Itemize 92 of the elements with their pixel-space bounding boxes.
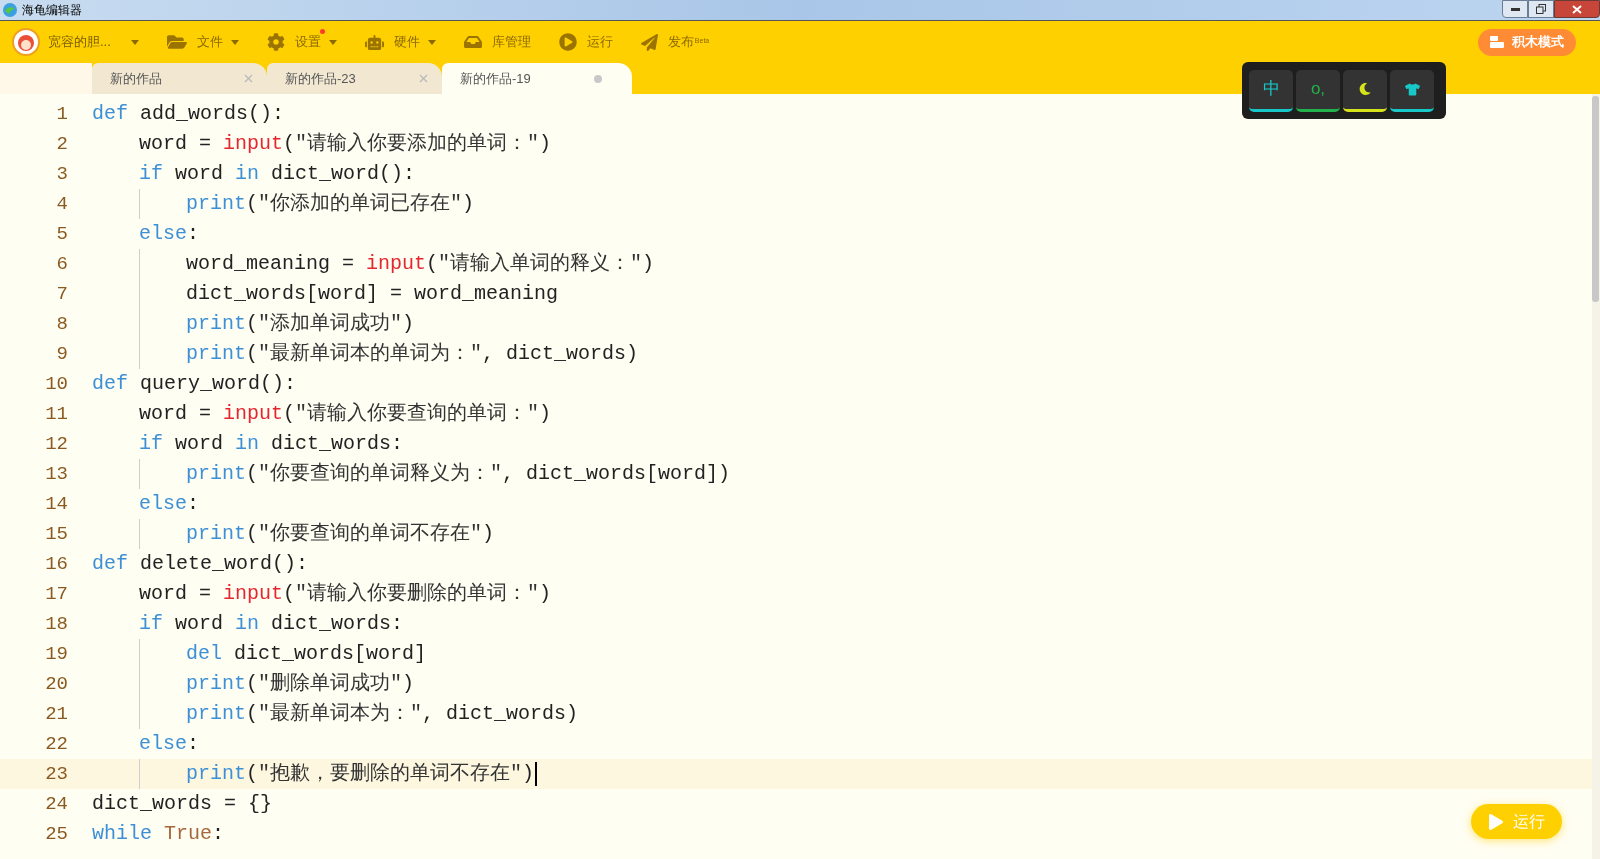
close-button[interactable] [1554, 0, 1600, 18]
toolbar-button[interactable]: 设置 [266, 32, 321, 52]
moon-icon [1359, 83, 1371, 95]
caret-icon [230, 39, 239, 45]
close-icon [419, 74, 428, 83]
editor-tab[interactable]: 新的作品-23 [267, 63, 442, 94]
caret-icon [427, 39, 436, 45]
toolbar-button[interactable]: 运行 [558, 32, 613, 52]
app-logo-icon [2, 2, 18, 18]
settings-icon [266, 33, 285, 51]
line-number: 11 [44, 401, 68, 427]
restore-button[interactable] [1528, 0, 1554, 18]
code-line: else: [139, 491, 200, 517]
toolbar-button[interactable]: 文件 [166, 32, 223, 52]
line-number: 10 [44, 371, 68, 397]
line-number: 12 [44, 431, 68, 457]
code-line: word_meaning = input("请输入单词的释义：") [186, 251, 655, 277]
code-line: word = input("请输入你要添加的单词：") [139, 131, 552, 157]
blocks-icon [1490, 36, 1504, 48]
paper-plane-icon [640, 33, 658, 51]
toolbar-key[interactable] [1343, 69, 1387, 112]
shirt-icon [1404, 81, 1420, 97]
code-line: dict_words = {} [92, 791, 273, 817]
code-line: word = input("请输入你要查询的单词：") [139, 401, 552, 427]
toolbar-button[interactable]: 硬件 [364, 32, 420, 52]
line-number: 7 [55, 281, 68, 307]
scrollbar-thumb[interactable] [1592, 96, 1599, 302]
play-icon [1488, 813, 1503, 830]
code-line: print("你要查询的单词不存在") [186, 521, 495, 547]
minimize-button[interactable] [1502, 0, 1528, 18]
line-number: 20 [44, 671, 68, 697]
play-icon [558, 33, 577, 51]
code-line: del dict_words[word] [186, 641, 427, 667]
line-number: 19 [44, 641, 68, 667]
code-line: def delete_word(): [92, 551, 309, 577]
code-line: print("你要查询的单词释义为：", dict_words[word]) [186, 461, 731, 487]
toolbar-key[interactable]: 中 [1249, 69, 1293, 112]
code-line: def add_words(): [92, 101, 285, 127]
line-number: 21 [44, 701, 68, 727]
code-line: while True: [92, 821, 225, 847]
toolbar-button[interactable]: 库管理 [463, 32, 531, 52]
close-icon [244, 74, 253, 83]
code-line: print("最新单词本的单词为：", dict_words) [186, 341, 639, 367]
line-number: 5 [55, 221, 68, 247]
line-number: 2 [55, 131, 68, 157]
code-line: word = input("请输入你要删除的单词：") [139, 581, 552, 607]
line-number: 4 [55, 191, 68, 217]
line-number: 17 [44, 581, 68, 607]
line-number: 24 [44, 791, 68, 817]
code-line: print("抱歉，要删除的单词不存在") [186, 761, 535, 787]
line-number: 14 [44, 491, 68, 517]
code-line: print("添加单词成功") [186, 311, 415, 337]
code-line: print("最新单词本为：", dict_words) [186, 701, 579, 727]
line-number: 25 [44, 821, 68, 847]
line-number: 18 [44, 611, 68, 637]
block-mode-button[interactable]: 积木模式 [1478, 28, 1576, 56]
line-number: 3 [55, 161, 68, 187]
window-title: 海龟编辑器 [22, 2, 82, 19]
code-line: dict_words[word] = word_meaning [186, 281, 559, 307]
code-line: print("删除单词成功") [186, 671, 415, 697]
line-number: 15 [44, 521, 68, 547]
avatar-icon [12, 28, 40, 56]
code-line: if word in dict_word(): [139, 161, 416, 187]
caret-icon [130, 39, 139, 45]
line-number: 16 [44, 551, 68, 577]
code-line: else: [139, 221, 200, 247]
code-line: def query_word(): [92, 371, 297, 397]
code-line: print("你添加的单词已存在") [186, 191, 475, 217]
inbox-icon [463, 33, 482, 51]
line-number: 6 [55, 251, 68, 277]
folder-icon [166, 32, 187, 52]
restore-icon [1536, 4, 1546, 14]
toolbar-button[interactable]: 发布$^{Beta}$ [640, 32, 710, 52]
line-number: 8 [55, 311, 68, 337]
line-number: 9 [55, 341, 68, 367]
close-icon [1572, 4, 1582, 14]
line-number: 13 [44, 461, 68, 487]
user-menu[interactable]: 宽容的胆... [12, 28, 111, 56]
minimize-icon [1510, 7, 1520, 11]
code-line: if word in dict_words: [139, 611, 404, 637]
line-number: 1 [55, 101, 68, 127]
editor-tab[interactable]: 新的作品 [92, 63, 267, 94]
line-number: 22 [44, 731, 68, 757]
toolbar-key[interactable] [1390, 69, 1434, 112]
code-line: else: [139, 731, 200, 757]
toolbar-key[interactable]: o, [1296, 69, 1340, 112]
code-line: if word in dict_words: [139, 431, 404, 457]
robot-icon [364, 32, 384, 52]
text-cursor [535, 762, 538, 786]
line-number: 23 [44, 761, 68, 787]
caret-icon [328, 39, 337, 45]
editor-tab[interactable]: 新的作品-19 [442, 63, 632, 94]
